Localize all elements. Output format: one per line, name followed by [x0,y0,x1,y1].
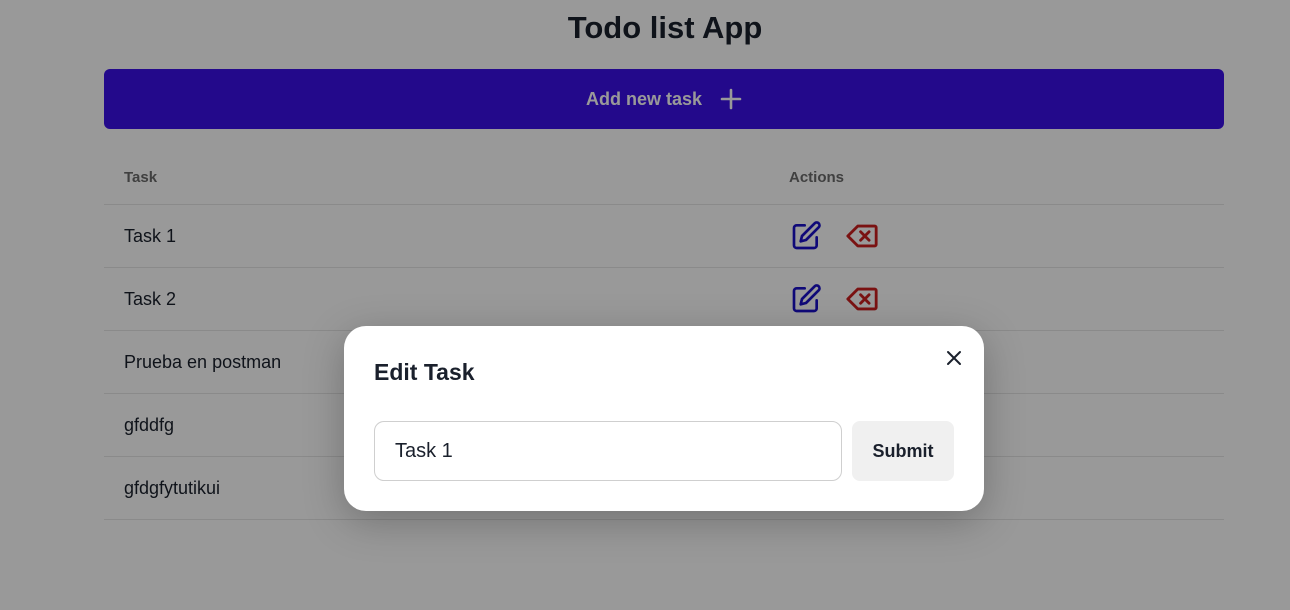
close-button[interactable] [942,346,966,370]
modal-title: Edit Task [374,359,475,385]
task-name-input[interactable] [374,421,842,481]
page: Todo list App Add new task Task Actions … [0,0,1290,610]
edit-task-modal: Edit Task Submit [344,326,984,511]
modal-overlay[interactable] [0,0,1290,610]
submit-button[interactable]: Submit [852,421,954,481]
close-icon [947,351,961,365]
